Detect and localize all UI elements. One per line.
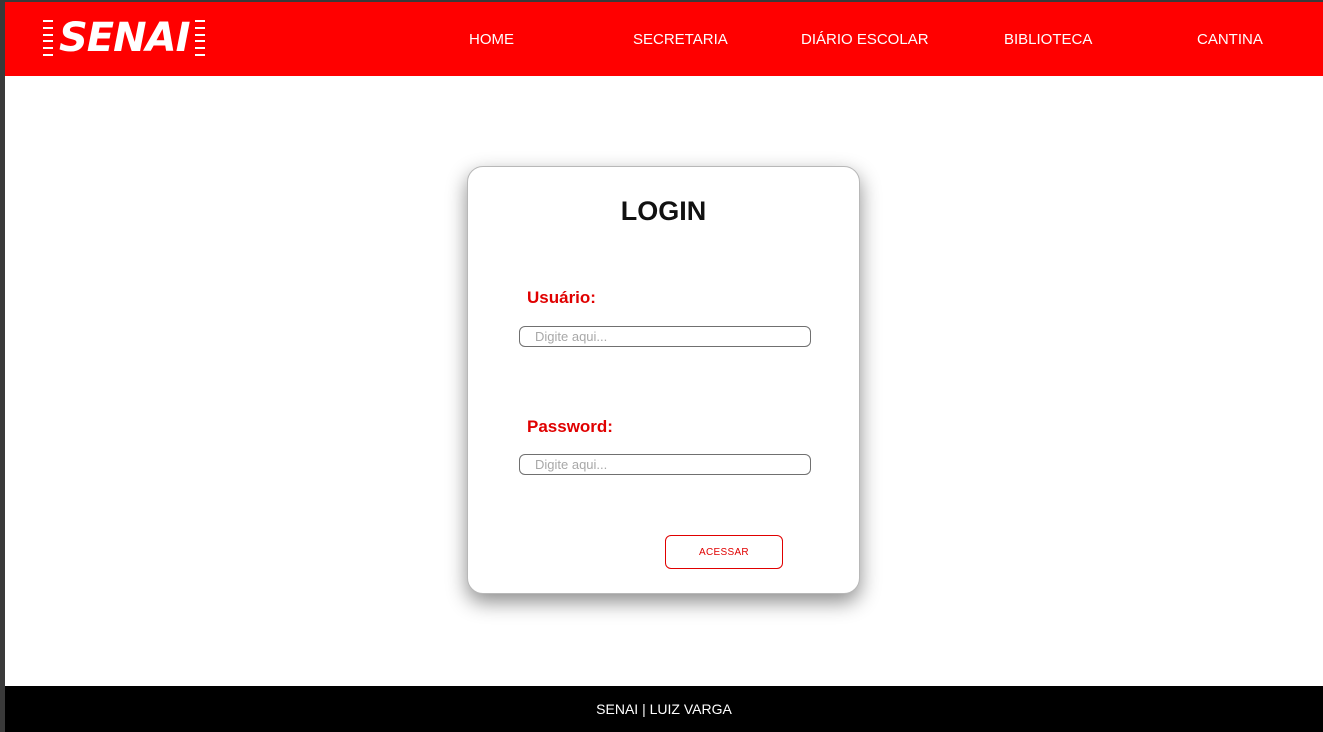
login-title: LOGIN [620,196,707,226]
password-label: Password: [527,417,613,436]
footer: SENAI | LUIZ VARGA [5,686,1323,732]
nav-secretaria[interactable]: SECRETARIA [633,30,728,50]
nav-biblioteca[interactable]: BIBLIOTECA [1004,30,1092,50]
footer-text: SENAI | LUIZ VARGA [596,701,732,717]
acessar-button[interactable]: ACESSAR [665,535,783,569]
nav-cantina[interactable]: CANTINA [1197,30,1263,50]
nav-home[interactable]: HOME [469,30,514,50]
main-nav: HOME SECRETARIA DIÁRIO ESCOLAR BIBLIOTEC… [5,2,1323,76]
password-input[interactable] [519,454,811,475]
top-navbar: SENAI HOME SECRETARIA DIÁRIO ESCOLAR BIB… [5,2,1323,76]
app-window: SENAI HOME SECRETARIA DIÁRIO ESCOLAR BIB… [0,0,1323,732]
login-card: LOGIN Usuário: Password: ACESSAR [467,166,860,594]
username-label: Usuário: [527,288,596,307]
username-input[interactable] [519,326,811,347]
nav-diario-escolar[interactable]: DIÁRIO ESCOLAR [801,30,929,50]
